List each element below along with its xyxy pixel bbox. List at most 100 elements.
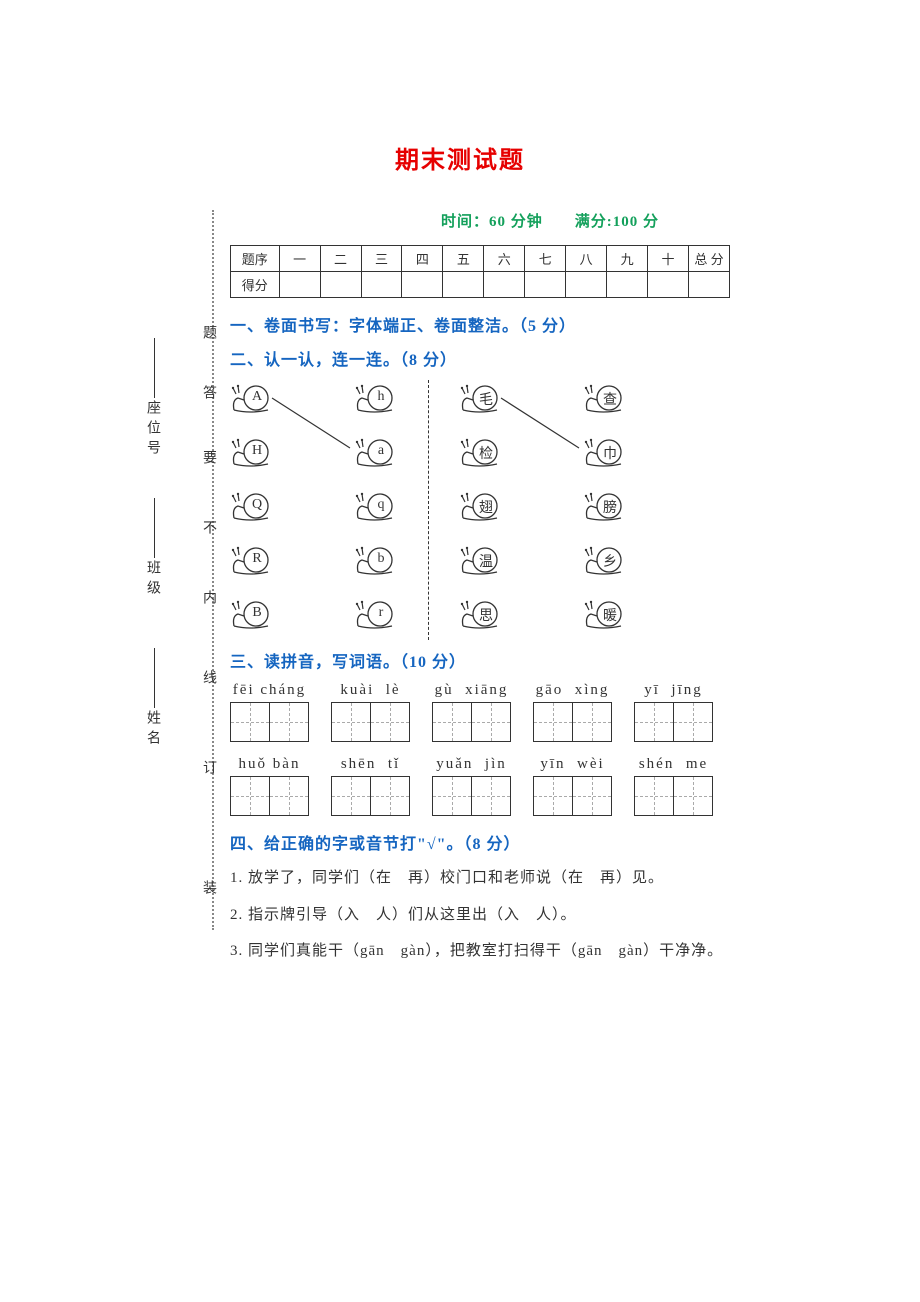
snail-item[interactable]: r [354,596,398,632]
char-cell[interactable] [230,702,270,742]
seat-underline [154,338,155,398]
char-cell[interactable] [230,776,270,816]
snail-item[interactable]: 暖 [583,596,627,632]
snail-item[interactable]: q [354,488,398,524]
snail-item[interactable]: b [354,542,398,578]
snail-item[interactable]: 查 [583,380,627,416]
snail-label: 毛 [477,389,495,409]
char-cell[interactable] [269,702,309,742]
char-cell[interactable] [331,776,371,816]
pinyin-item: yī jīng [634,682,713,742]
snail-item[interactable]: 翅 [459,488,503,524]
score-cell[interactable] [361,272,402,298]
col-3: 三 [361,246,402,272]
snail-item[interactable]: 温 [459,542,503,578]
row-label-2: 得分 [231,272,280,298]
score-cell[interactable] [279,272,320,298]
pinyin-row-1: fēi chángkuài lègù xiānggāo xìngyī jīng [230,682,870,742]
char-cell[interactable] [471,776,511,816]
score-cell[interactable] [484,272,525,298]
snail-item[interactable]: 检 [459,434,503,470]
score-cell[interactable] [648,272,689,298]
snail-label: b [372,551,390,567]
name-underline [154,648,155,708]
char-cell[interactable] [432,776,472,816]
snail-item[interactable]: 毛 [459,380,503,416]
score-cell[interactable] [402,272,443,298]
pinyin-item: huǒ bàn [230,756,309,816]
col-5: 五 [443,246,484,272]
pinyin-text: gāo xìng [536,682,610,699]
pinyin-text: yī jīng [644,682,703,699]
match-col-hanzi-left: 毛检翅温思 [459,380,503,632]
char-cell[interactable] [533,776,573,816]
char-cell[interactable] [331,702,371,742]
snail-label: 温 [477,551,495,571]
col-1: 一 [279,246,320,272]
char-cell[interactable] [370,702,410,742]
snail-label: H [248,443,266,459]
char-cell[interactable] [471,702,511,742]
snail-item[interactable]: R [230,542,274,578]
snail-label: h [372,389,390,405]
char-cell[interactable] [370,776,410,816]
snail-item[interactable]: 乡 [583,542,627,578]
pinyin-text: yuǎn jìn [436,756,507,773]
snail-item[interactable]: a [354,434,398,470]
score-cell[interactable] [525,272,566,298]
snail-label: B [248,605,266,621]
binding-margin: 装 订 线 内 不 要 答 题 座位号 班级 姓名 [140,210,220,930]
col-7: 七 [525,246,566,272]
snail-item[interactable]: 膀 [583,488,627,524]
pinyin-text: kuài lè [340,682,400,699]
score-cell[interactable] [689,272,730,298]
score-cell[interactable] [443,272,484,298]
snail-item[interactable]: Q [230,488,274,524]
char-cell[interactable] [634,702,674,742]
score-cell[interactable] [566,272,607,298]
col-total: 总 分 [689,246,730,272]
snail-item[interactable]: 巾 [583,434,627,470]
snail-label: q [372,497,390,513]
score-header-row: 题序 一 二 三 四 五 六 七 八 九 十 总 分 [231,246,730,272]
char-cell[interactable] [533,702,573,742]
row-label-1: 题序 [231,246,280,272]
pinyin-item: yuǎn jìn [432,756,511,816]
char-cell[interactable] [572,776,612,816]
q4-line-3: 3. 同学们真能干（gān gàn），把教室打扫得干（gān gàn）干净净。 [230,937,870,966]
char-cell[interactable] [572,702,612,742]
char-cell[interactable] [673,702,713,742]
snail-item[interactable]: H [230,434,274,470]
margin-char-bu: 不 [198,520,218,534]
char-cell[interactable] [634,776,674,816]
pinyin-text: gù xiāng [435,682,509,699]
snail-item[interactable]: 思 [459,596,503,632]
margin-dotted-line [212,210,214,930]
char-cell[interactable] [432,702,472,742]
snail-label: 巾 [601,443,619,463]
score-cell[interactable] [607,272,648,298]
col-4: 四 [402,246,443,272]
snail-item[interactable]: h [354,380,398,416]
margin-char-da: 答 [198,385,218,399]
snail-label: R [248,551,266,567]
snail-item[interactable]: B [230,596,274,632]
char-boxes [533,776,612,816]
margin-char-nei: 内 [198,590,218,604]
snail-label: Q [248,497,266,513]
snail-item[interactable]: A [230,380,274,416]
char-cell[interactable] [673,776,713,816]
section-4-title: 四、给正确的字或音节打"√"。（8 分） [230,830,870,854]
char-boxes [634,702,713,742]
q4-line-1: 1. 放学了，同学们（在 再）校门口和老师说（在 再）见。 [230,864,870,893]
char-cell[interactable] [269,776,309,816]
margin-char-ding: 订 [198,760,218,774]
snail-label: 检 [477,443,495,463]
name-label: 姓名 [142,710,162,750]
pinyin-item: gù xiāng [432,682,511,742]
pinyin-write-words: fēi chángkuài lègù xiānggāo xìngyī jīng … [230,682,870,816]
snail-label: a [372,443,390,459]
score-cell[interactable] [320,272,361,298]
char-boxes [230,776,309,816]
q4-line-2: 2. 指示牌引导（入 人）们从这里出（入 人）。 [230,901,870,930]
